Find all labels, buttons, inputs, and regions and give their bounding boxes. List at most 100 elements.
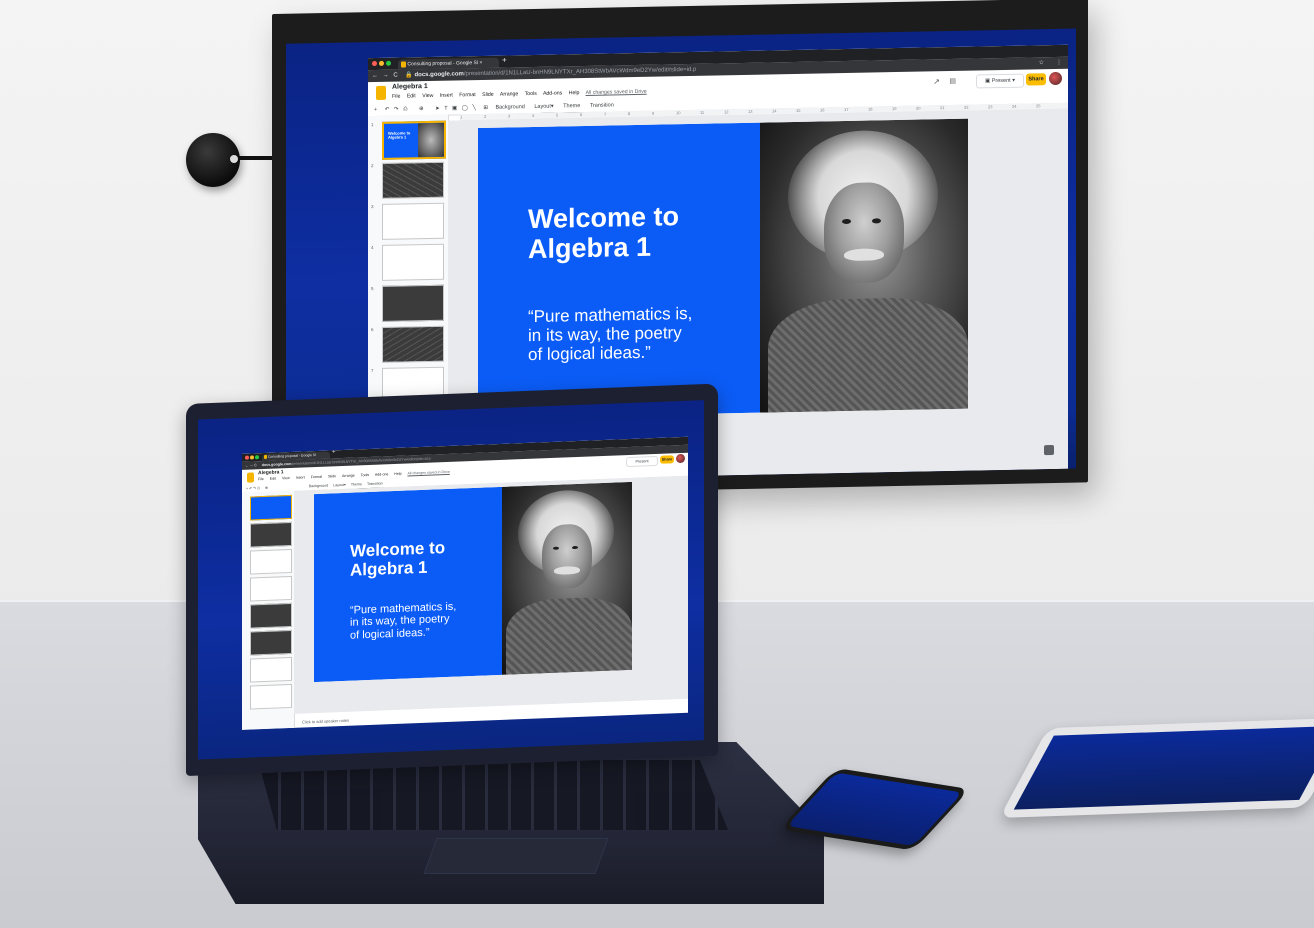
share-button[interactable]: Share	[660, 455, 674, 464]
redo-icon[interactable]: ↷	[253, 486, 256, 490]
einstein-photo[interactable]	[502, 481, 632, 675]
close-window-icon[interactable]	[372, 60, 377, 67]
save-status-link[interactable]: All changes saved in Drive	[586, 89, 647, 96]
menu-insert[interactable]: Insert	[440, 93, 453, 99]
reload-icon[interactable]: C	[254, 463, 257, 467]
reload-icon[interactable]: C	[393, 73, 397, 79]
slide-thumbnail-1[interactable]	[250, 494, 292, 521]
new-tab-button[interactable]: +	[502, 55, 507, 64]
menu-help[interactable]: Help	[569, 90, 580, 96]
star-icon[interactable]: ☆	[1039, 57, 1044, 69]
menu-arrange[interactable]: Arrange	[342, 474, 355, 478]
save-status-link[interactable]: All changes saved in Drive	[407, 470, 449, 476]
menu-tools[interactable]: Tools	[525, 91, 537, 97]
shape-tool-icon[interactable]: ◯	[462, 105, 468, 111]
new-slide-button[interactable]: +	[246, 487, 248, 491]
slide-thumbnail-3[interactable]	[382, 202, 444, 240]
url-host[interactable]: docs.google.com	[262, 462, 292, 467]
activity-icon[interactable]: ↗	[933, 77, 940, 86]
comments-icon[interactable]: ▤	[949, 77, 956, 85]
menu-addons[interactable]: Add-ons	[375, 472, 388, 477]
slide-thumbnail-2[interactable]	[250, 521, 292, 548]
forward-icon[interactable]: →	[383, 73, 389, 79]
minimize-window-icon[interactable]	[250, 455, 254, 460]
menu-tools[interactable]: Tools	[361, 473, 369, 477]
slide-thumbnail-8[interactable]	[250, 683, 292, 710]
present-button[interactable]: ▣ Present ▾	[976, 73, 1024, 89]
maximize-window-icon[interactable]	[255, 455, 259, 460]
slide-thumbnail-6[interactable]	[250, 629, 292, 656]
browser-menu-icon[interactable]: ⋮	[1056, 57, 1062, 69]
menu-format[interactable]: Format	[311, 475, 322, 479]
menu-arrange[interactable]: Arrange	[500, 91, 518, 97]
new-slide-button[interactable]: +	[374, 107, 377, 113]
menu-edit[interactable]: Edit	[270, 477, 276, 481]
doc-title[interactable]: Alegebra 1	[258, 469, 284, 476]
theme-button[interactable]: Theme	[351, 482, 362, 486]
slide-thumbnail-7[interactable]	[250, 656, 292, 683]
undo-icon[interactable]: ↶	[385, 107, 390, 113]
menu-slide[interactable]: Slide	[482, 92, 494, 98]
image-tool-icon[interactable]: ▣	[452, 105, 457, 111]
background-button[interactable]: Background	[309, 484, 328, 489]
textbox-tool-icon[interactable]: T	[444, 106, 447, 112]
slide-quote[interactable]: “Pure mathematics is, in its way, the po…	[528, 304, 692, 364]
print-icon[interactable]: ⎙	[403, 106, 407, 112]
maximize-window-icon[interactable]	[386, 60, 391, 66]
doc-title[interactable]: Alegebra 1	[392, 83, 428, 91]
present-button[interactable]: Present	[626, 455, 658, 468]
menu-slide[interactable]: Slide	[328, 474, 336, 478]
slide-quote[interactable]: “Pure mathematics is, in its way, the po…	[350, 601, 456, 642]
back-icon[interactable]: ←	[372, 73, 378, 79]
slide-thumbnail-3[interactable]	[250, 548, 292, 575]
menu-format[interactable]: Format	[459, 92, 475, 98]
current-slide[interactable]: Welcome to Algebra 1 “Pure mathematics i…	[478, 118, 968, 419]
close-window-icon[interactable]	[245, 455, 249, 460]
menu-file[interactable]: File	[258, 477, 264, 481]
select-tool-icon[interactable]: ➤	[435, 106, 440, 112]
tab-close-icon[interactable]: ×	[479, 60, 482, 66]
layout-button[interactable]: Layout▾	[534, 104, 553, 110]
url-host[interactable]: docs.google.com	[415, 71, 464, 78]
slide-thumbnail-2[interactable]	[382, 161, 444, 199]
slide-title[interactable]: Welcome to Algebra 1	[350, 538, 445, 580]
menu-insert[interactable]: Insert	[296, 475, 305, 479]
account-avatar[interactable]	[1049, 71, 1062, 86]
line-tool-icon[interactable]: ╲	[472, 105, 475, 111]
transition-button[interactable]: Transition	[367, 481, 383, 486]
comment-tool-icon[interactable]: ⊞	[483, 105, 488, 111]
slide-thumbnail-5[interactable]	[250, 602, 292, 629]
explore-button[interactable]	[1044, 444, 1054, 456]
menu-edit[interactable]: Edit	[407, 93, 416, 99]
account-avatar[interactable]	[676, 453, 685, 464]
slide-thumbnail-4[interactable]	[382, 243, 444, 281]
layout-button[interactable]: Layout▾	[333, 483, 346, 487]
speaker-notes[interactable]: Click to add speaker notes	[302, 718, 349, 725]
zoom-icon[interactable]: ⊕	[265, 486, 268, 490]
redo-icon[interactable]: ↷	[394, 107, 399, 113]
slide-title[interactable]: Welcome to Algebra 1	[528, 201, 679, 264]
menu-view[interactable]: View	[422, 93, 433, 99]
einstein-photo[interactable]	[760, 118, 968, 413]
slide-thumbnail-4[interactable]	[250, 575, 292, 602]
slide-thumbnail-6[interactable]	[382, 325, 444, 363]
menu-addons[interactable]: Add-ons	[543, 90, 562, 96]
background-button[interactable]: Background	[495, 104, 524, 111]
current-slide[interactable]: Welcome to Algebra 1 “Pure mathematics i…	[314, 481, 632, 683]
slides-logo-icon[interactable]	[376, 85, 386, 101]
slide-thumbnail-1[interactable]: Welcome to Algebra 1	[382, 120, 446, 160]
menu-view[interactable]: View	[282, 476, 290, 480]
menu-help[interactable]: Help	[394, 472, 401, 476]
forward-icon[interactable]: →	[250, 463, 254, 467]
slides-logo-icon[interactable]	[247, 472, 254, 483]
undo-icon[interactable]: ↶	[249, 486, 252, 490]
back-icon[interactable]: ←	[245, 464, 249, 468]
zoom-icon[interactable]: ⊕	[419, 106, 424, 112]
print-icon[interactable]: ⎙	[257, 486, 260, 490]
menu-file[interactable]: File	[392, 94, 400, 100]
new-tab-button[interactable]: +	[332, 449, 336, 455]
minimize-window-icon[interactable]	[379, 60, 384, 66]
transition-button[interactable]: Transition	[590, 102, 614, 108]
share-button[interactable]: Share	[1026, 73, 1046, 86]
slide-thumbnail-5[interactable]	[382, 284, 444, 322]
